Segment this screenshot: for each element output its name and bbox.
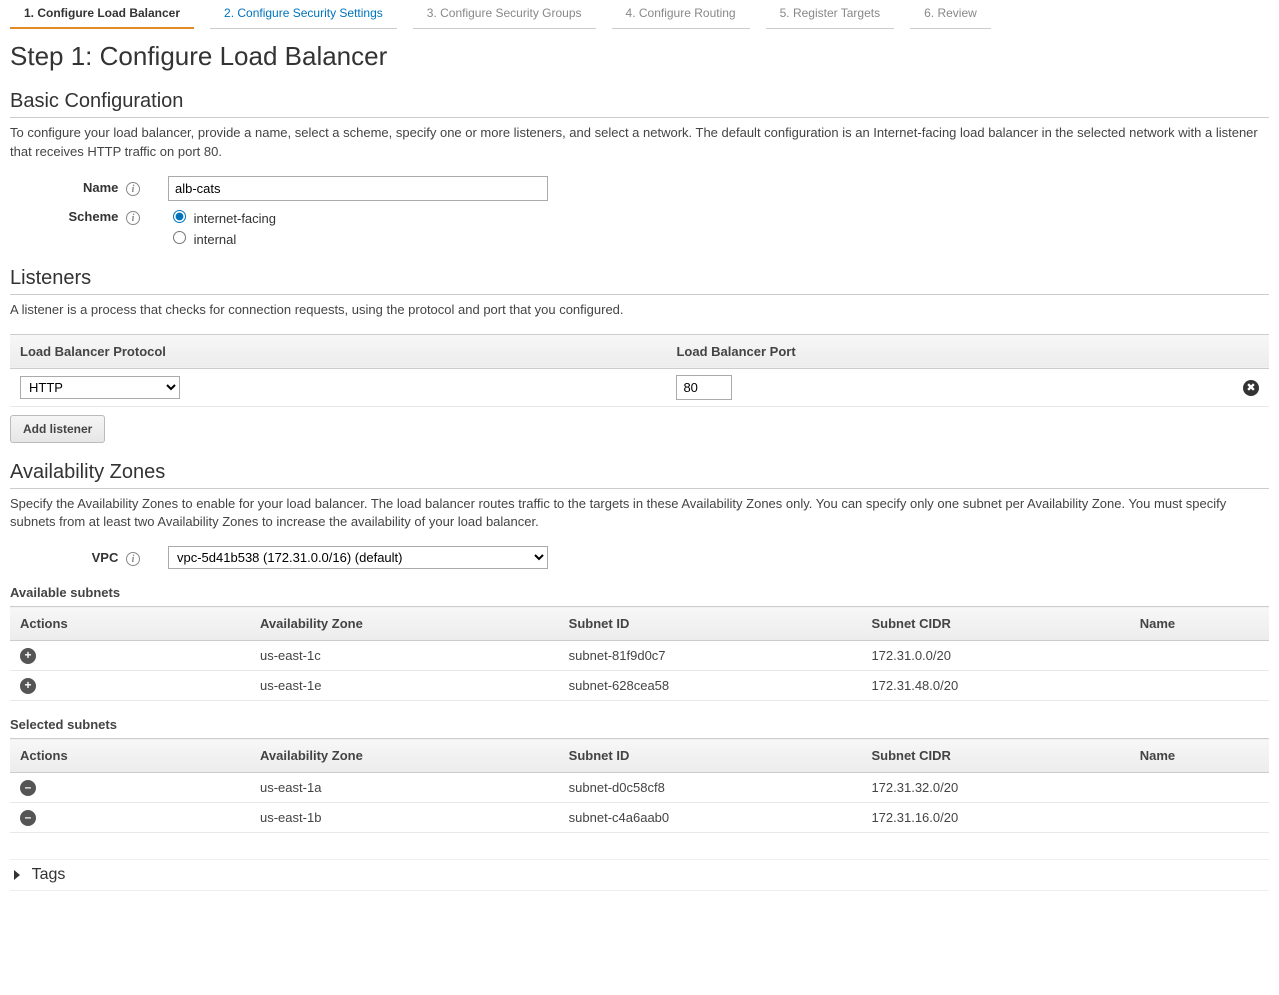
info-icon[interactable]: i (126, 182, 140, 196)
wizard-step-3[interactable]: 3. Configure Security Groups (413, 0, 596, 29)
remove-subnet-icon[interactable] (20, 780, 36, 796)
cell-subnet-id: subnet-d0c58cf8 (559, 773, 862, 803)
subnet-row: us-east-1b subnet-c4a6aab0 172.31.16.0/2… (10, 803, 1269, 833)
add-subnet-icon[interactable] (20, 648, 36, 664)
cell-subnet-id: subnet-c4a6aab0 (559, 803, 862, 833)
col-actions: Actions (10, 607, 250, 641)
tags-section-toggle[interactable]: Tags (10, 859, 1269, 891)
col-actions: Actions (10, 739, 250, 773)
cell-name (1130, 803, 1269, 833)
name-input[interactable] (168, 176, 548, 201)
port-input[interactable] (676, 375, 732, 400)
scheme-option-label: internet-facing (194, 211, 276, 226)
cell-cidr: 172.31.32.0/20 (861, 773, 1129, 803)
name-label: Name (83, 180, 118, 195)
col-az: Availability Zone (250, 739, 559, 773)
col-subnet-id: Subnet ID (559, 607, 862, 641)
listeners-heading: Listeners (10, 267, 1269, 295)
scheme-option-label: internal (194, 232, 237, 247)
caret-right-icon (14, 870, 20, 880)
subnet-row: us-east-1c subnet-81f9d0c7 172.31.0.0/20 (10, 641, 1269, 671)
subnet-row: us-east-1e subnet-628cea58 172.31.48.0/2… (10, 671, 1269, 701)
col-az: Availability Zone (250, 607, 559, 641)
add-listener-button[interactable]: Add listener (10, 415, 105, 443)
cell-name (1130, 773, 1269, 803)
remove-subnet-icon[interactable] (20, 810, 36, 826)
add-subnet-icon[interactable] (20, 678, 36, 694)
basic-config-heading: Basic Configuration (10, 90, 1269, 118)
wizard-step-5[interactable]: 5. Register Targets (766, 0, 895, 29)
az-description: Specify the Availability Zones to enable… (10, 495, 1269, 533)
vpc-label: VPC (92, 550, 119, 565)
selected-subnets-title: Selected subnets (10, 717, 1269, 732)
cell-az: us-east-1b (250, 803, 559, 833)
cell-az: us-east-1c (250, 641, 559, 671)
scheme-radio-internet-facing[interactable] (173, 210, 186, 223)
page-title: Step 1: Configure Load Balancer (10, 41, 1269, 72)
tags-label: Tags (32, 866, 66, 883)
listeners-description: A listener is a process that checks for … (10, 301, 1269, 320)
remove-listener-icon[interactable]: ✖ (1243, 380, 1259, 396)
wizard-step-2[interactable]: 2. Configure Security Settings (210, 0, 397, 29)
vpc-select[interactable]: vpc-5d41b538 (172.31.0.0/16) (default) (168, 546, 548, 569)
listeners-table: Load Balancer Protocol Load Balancer Por… (10, 334, 1269, 407)
listeners-col-port: Load Balancer Port (666, 334, 1233, 368)
col-name: Name (1130, 739, 1269, 773)
cell-az: us-east-1a (250, 773, 559, 803)
selected-subnets-table: Actions Availability Zone Subnet ID Subn… (10, 738, 1269, 833)
info-icon[interactable]: i (126, 211, 140, 225)
col-name: Name (1130, 607, 1269, 641)
cell-subnet-id: subnet-628cea58 (559, 671, 862, 701)
scheme-radio-internal[interactable] (173, 231, 186, 244)
cell-name (1130, 671, 1269, 701)
cell-cidr: 172.31.0.0/20 (861, 641, 1129, 671)
wizard-step-6[interactable]: 6. Review (910, 0, 991, 29)
listeners-col-delete (1233, 334, 1269, 368)
wizard-step-4[interactable]: 4. Configure Routing (612, 0, 750, 29)
col-cidr: Subnet CIDR (861, 739, 1129, 773)
listener-row: HTTP ✖ (10, 368, 1269, 406)
cell-name (1130, 641, 1269, 671)
col-cidr: Subnet CIDR (861, 607, 1129, 641)
scheme-internal[interactable]: internal (168, 228, 276, 247)
info-icon[interactable]: i (126, 552, 140, 566)
available-subnets-table: Actions Availability Zone Subnet ID Subn… (10, 606, 1269, 701)
protocol-select[interactable]: HTTP (20, 376, 180, 399)
scheme-internet-facing[interactable]: internet-facing (168, 207, 276, 226)
subnet-row: us-east-1a subnet-d0c58cf8 172.31.32.0/2… (10, 773, 1269, 803)
wizard-step-1[interactable]: 1. Configure Load Balancer (10, 0, 194, 29)
cell-cidr: 172.31.16.0/20 (861, 803, 1129, 833)
cell-subnet-id: subnet-81f9d0c7 (559, 641, 862, 671)
col-subnet-id: Subnet ID (559, 739, 862, 773)
cell-cidr: 172.31.48.0/20 (861, 671, 1129, 701)
available-subnets-title: Available subnets (10, 585, 1269, 600)
basic-config-description: To configure your load balancer, provide… (10, 124, 1269, 162)
listeners-col-protocol: Load Balancer Protocol (10, 334, 666, 368)
cell-az: us-east-1e (250, 671, 559, 701)
az-heading: Availability Zones (10, 461, 1269, 489)
scheme-label: Scheme (69, 209, 119, 224)
wizard-steps: 1. Configure Load Balancer 2. Configure … (10, 0, 1269, 29)
